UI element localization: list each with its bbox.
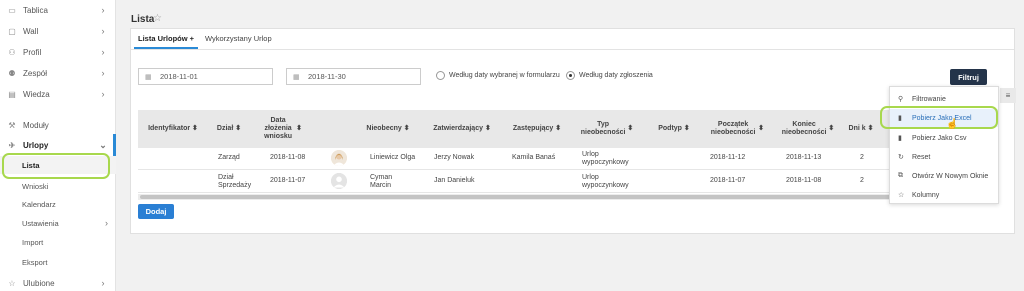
cell-koniec: 2018-11-08 [786, 177, 822, 184]
chevron-right-icon: › [101, 89, 105, 99]
cell-data: 2018-11-07 [270, 177, 306, 184]
highlight-annotation-excel [880, 106, 998, 129]
column-header-poczatek[interactable]: Początek nieobecności ⬍ [710, 110, 764, 148]
column-header-data[interactable]: Data złożenia wniosku ⬍ [262, 110, 302, 148]
cell-typ: Urlop wypoczynkowy [582, 174, 629, 189]
menu-item-reset[interactable]: ↻ Reset [890, 148, 998, 166]
horizontal-scrollbar-thumb[interactable] [140, 195, 996, 199]
plane-icon: ✈ [8, 140, 16, 150]
cell-dzial: Dział Sprzedaży [218, 174, 252, 189]
sidebar: ▭ Tablica › ▢ Wall › ⚇ Profil › ⚉ Zespół… [0, 0, 116, 291]
menu-item-new-window[interactable]: ⧉ Otwórz W Nowym Oknie [890, 167, 998, 185]
sidebar-item-wiedza[interactable]: ▤ Wiedza › [0, 84, 116, 104]
cell-dni: 2 [860, 154, 864, 161]
star-icon: ☆ [8, 278, 16, 288]
sidebar-item-moduly[interactable]: ⚒ Moduły [0, 115, 116, 135]
date-to-input[interactable]: ▦ 2018-11-30 [286, 68, 421, 85]
column-header-dzial[interactable]: Dział ⬍ [214, 110, 244, 148]
table-row[interactable] [138, 148, 996, 170]
wrench-icon: ⚒ [8, 120, 16, 130]
search-icon: ⚲ [898, 96, 904, 103]
table-row[interactable] [138, 171, 996, 193]
cell-koniec: 2018-11-13 [786, 154, 822, 161]
book-icon: ▤ [8, 89, 16, 99]
radio-circle [436, 71, 445, 80]
sidebar-subitem-import[interactable]: Import [0, 233, 116, 251]
filter-menu-icon[interactable]: ≡ [1000, 88, 1016, 103]
column-header-zastepujacy[interactable]: Zastępujący ⬍ [512, 110, 562, 148]
page-title: Lista [131, 14, 155, 25]
chevron-right-icon: › [101, 47, 105, 57]
column-header-koniec[interactable]: Koniec nieobecności ⬍ [782, 110, 835, 148]
sidebar-subitem-ustawienia[interactable]: Ustawienia › [0, 214, 116, 232]
favorite-star-icon[interactable]: ☆ [153, 13, 162, 24]
menu-item-kolumny[interactable]: ☆ Kolumny [890, 186, 998, 204]
cell-nieobecny: Cyman Marcin [370, 174, 393, 189]
wall-icon: ▢ [8, 26, 16, 36]
calendar-icon: ▦ [293, 73, 300, 81]
export-menu: ⚲ Filtrowanie ▮ Pobierz Jako Excel ▮ Pob… [889, 86, 999, 204]
column-header-identyfikator[interactable]: Identyfikator ⬍ [142, 110, 204, 148]
avatar [331, 173, 347, 189]
cell-zatwierdzajacy: Jan Danieluk [434, 177, 475, 184]
chevron-right-icon: › [101, 68, 105, 78]
users-icon: ⚉ [8, 68, 16, 78]
radio-submission-date[interactable]: Według daty zgłoszenia [566, 71, 653, 80]
column-header-dni[interactable]: Dni k ⬍ [844, 110, 878, 148]
sidebar-item-zespol[interactable]: ⚉ Zespół › [0, 63, 116, 83]
tab-lista-urlopow[interactable]: Lista Urlopów + [134, 34, 199, 49]
sidebar-item-ulubione[interactable]: ☆ Ulubione › [0, 273, 116, 291]
cell-zatwierdzajacy: Jerzy Nowak [434, 154, 475, 161]
star-icon: ☆ [898, 192, 905, 199]
chevron-right-icon: › [101, 26, 105, 36]
radio-form-date[interactable]: Według daty wybranej w formularzu [436, 71, 560, 80]
tabs-divider [131, 49, 1014, 50]
cell-poczatek: 2018-11-07 [710, 177, 746, 184]
avatar [331, 150, 347, 166]
sidebar-subitem-kalendarz[interactable]: Kalendarz [0, 195, 116, 213]
column-header-zatwierdzajacy[interactable]: Zatwierdzający ⬍ [432, 110, 492, 148]
external-link-icon: ⧉ [898, 172, 903, 179]
chevron-right-icon: › [101, 278, 105, 288]
chevron-down-icon: ⌄ [99, 139, 107, 150]
sidebar-item-urlopy[interactable]: ✈ Urlopy ⌄ [0, 135, 116, 155]
column-header-typ[interactable]: Typ nieobecności ⬍ [581, 110, 634, 148]
sidebar-subitem-wnioski[interactable]: Wnioski [0, 177, 116, 195]
active-indicator [113, 134, 116, 156]
highlight-annotation-lista [2, 153, 110, 179]
sidebar-item-profil[interactable]: ⚇ Profil › [0, 42, 116, 62]
file-icon: ▮ [898, 135, 902, 142]
menu-item-csv[interactable]: ▮ Pobierz Jako Csv [890, 129, 998, 147]
date-from-input[interactable]: ▦ 2018-11-01 [138, 68, 273, 85]
filter-button[interactable]: Filtruj [950, 69, 987, 85]
sidebar-subitem-eksport[interactable]: Eksport [0, 253, 116, 271]
user-icon: ⚇ [8, 47, 16, 57]
cell-typ: Urlop wypoczynkowy [582, 151, 629, 166]
cell-dni: 2 [860, 177, 864, 184]
cell-nieobecny: Liniewicz Olga [370, 154, 416, 161]
chevron-right-icon: › [105, 218, 108, 228]
refresh-icon: ↻ [898, 154, 904, 161]
hand-cursor-icon: ☝ [946, 119, 959, 130]
monitor-icon: ▭ [8, 5, 16, 15]
radio-circle-selected [566, 71, 575, 80]
cell-dzial: Zarząd [218, 154, 240, 161]
sidebar-item-wall[interactable]: ▢ Wall › [0, 21, 116, 41]
sidebar-item-tablica[interactable]: ▭ Tablica › [0, 0, 116, 20]
tab-wykorzystany-urlop[interactable]: Wykorzystany Urlop [205, 34, 272, 49]
cell-poczatek: 2018-11-12 [710, 154, 746, 161]
add-button[interactable]: Dodaj [138, 204, 174, 219]
cell-data: 2018-11-08 [270, 154, 306, 161]
column-header-nieobecny[interactable]: Nieobecny ⬍ [366, 110, 410, 148]
calendar-icon: ▦ [145, 73, 152, 81]
column-header-podtyp[interactable]: Podtyp ⬍ [656, 110, 692, 148]
cell-zastepujacy: Kamila Banaś [512, 154, 556, 161]
chevron-right-icon: › [101, 5, 105, 15]
